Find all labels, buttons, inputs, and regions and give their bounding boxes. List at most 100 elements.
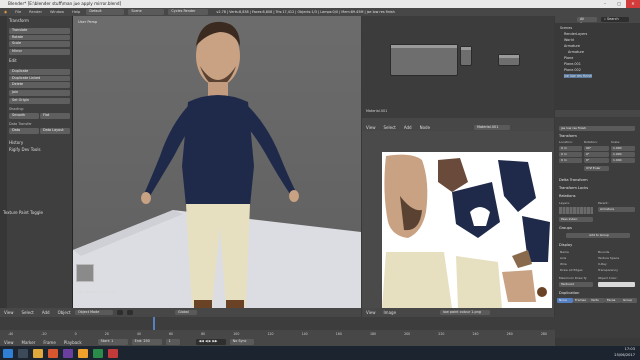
layer-grid[interactable]: [559, 207, 593, 214]
transform-orientation-select[interactable]: Global: [175, 309, 197, 316]
output-node[interactable]: [498, 54, 520, 66]
menu-image[interactable]: Image: [380, 310, 401, 315]
current-frame-field[interactable]: 1: [165, 339, 180, 345]
browser-icon[interactable]: [47, 348, 58, 358]
menu-file[interactable]: File: [11, 10, 25, 14]
outliner-search[interactable]: ⌕ Search: [601, 16, 629, 23]
end-frame-field[interactable]: End: 250: [131, 339, 162, 345]
dup-tab-none[interactable]: None: [557, 298, 573, 303]
pass-index-field[interactable]: Pass Index:: [559, 217, 593, 222]
duplicate-linked-button[interactable]: Duplicate Linked: [9, 75, 70, 81]
outliner-item-armature-child[interactable]: Armature: [568, 50, 584, 54]
start-frame-field[interactable]: Start: 1: [97, 339, 128, 345]
object-color-swatch[interactable]: [598, 282, 635, 287]
translate-button[interactable]: Translate: [9, 28, 70, 34]
location-z[interactable]: 0 m: [559, 158, 582, 163]
display-name-check[interactable]: Name: [560, 250, 569, 254]
menu-playback[interactable]: Playback: [60, 340, 86, 345]
brush-thumbnail[interactable]: [76, 264, 94, 282]
blender-icon[interactable]: ◉: [0, 10, 11, 14]
search-icon[interactable]: [17, 348, 28, 358]
menu-add-left[interactable]: Add: [38, 310, 54, 315]
render-engine-select[interactable]: Cycles Render: [168, 9, 209, 15]
outliner-item-plane[interactable]: Plane: [564, 56, 573, 60]
menu-view-timeline[interactable]: View: [0, 340, 18, 345]
outliner[interactable]: [555, 23, 640, 110]
sync-select[interactable]: No Sync: [229, 339, 254, 345]
transform-locks-title[interactable]: Transform Locks: [559, 186, 588, 190]
mix-node[interactable]: [460, 46, 472, 66]
app-icon[interactable]: [62, 348, 73, 358]
character-model[interactable]: [130, 16, 330, 308]
delta-transform-title[interactable]: Delta Transform: [559, 178, 588, 182]
scale-button[interactable]: Scale: [9, 41, 70, 47]
dup-tab-faces[interactable]: Faces: [605, 298, 621, 303]
scale-x[interactable]: 1.000: [611, 146, 635, 151]
menu-view-image[interactable]: View: [362, 310, 380, 315]
minimize-button[interactable]: –: [598, 0, 612, 8]
menu-view-left[interactable]: View: [0, 310, 18, 315]
object-name-field[interactable]: jse low res finish: [559, 126, 635, 131]
menu-frame[interactable]: Frame: [39, 340, 59, 345]
smooth-button[interactable]: Smooth: [9, 113, 39, 119]
display-draw-all-edges-check[interactable]: Draw All Edges: [560, 268, 583, 272]
pivot-point-icon[interactable]: [127, 309, 133, 316]
taskbar-clock[interactable]: 17:03 25/06/2017: [614, 347, 635, 358]
timeline-ruler[interactable]: -40 -20 0 20 40 60 80 100 120 140 160 18…: [0, 330, 555, 338]
dup-tab-verts[interactable]: Verts: [589, 298, 605, 303]
outliner-item-selected[interactable]: jse low res finish: [564, 74, 593, 78]
display-axis-check[interactable]: Axis: [560, 256, 566, 260]
set-origin-button[interactable]: Set Origin: [9, 98, 70, 104]
outliner-item-plane-002[interactable]: Plane.002: [564, 68, 581, 72]
image-select[interactable]: low paint colour 1.png: [440, 309, 491, 316]
file-explorer-icon[interactable]: [32, 348, 43, 358]
rotate-button[interactable]: Rotate: [9, 34, 70, 40]
outliner-item-scenes[interactable]: Scenes: [560, 26, 572, 30]
rigify-panel-title[interactable]: Rigify Dev Tools: [9, 147, 41, 152]
join-button[interactable]: Join: [9, 90, 70, 96]
display-transparency-check[interactable]: Transparency: [598, 268, 618, 272]
material-select[interactable]: Material.001: [474, 124, 511, 131]
maximize-button[interactable]: ▢: [612, 0, 626, 8]
flat-button[interactable]: Flat: [40, 113, 70, 119]
app-icon-3[interactable]: [107, 348, 118, 358]
outliner-view-select[interactable]: All Scenes: [577, 16, 597, 26]
mirror-button[interactable]: Mirror: [9, 49, 70, 55]
dup-tab-group[interactable]: Group: [621, 298, 637, 303]
menu-select-left[interactable]: Select: [18, 310, 38, 315]
menu-add-node[interactable]: Add: [400, 125, 416, 130]
node-editor[interactable]: [362, 16, 554, 118]
history-panel-title[interactable]: History: [9, 140, 23, 145]
display-texture-space-check[interactable]: Texture Space: [598, 256, 619, 260]
rotation-y[interactable]: 0°: [584, 152, 609, 157]
menu-help[interactable]: Help: [68, 10, 84, 14]
outliner-item-plane-001[interactable]: Plane.001: [564, 62, 581, 66]
outliner-item-world[interactable]: World: [564, 38, 574, 42]
close-button[interactable]: ✕: [626, 0, 640, 8]
display-title[interactable]: Display: [559, 243, 572, 247]
display-bounds-check[interactable]: Bounds: [598, 250, 609, 254]
screen-layout-select[interactable]: Default: [86, 9, 125, 15]
scene-select[interactable]: Scene: [128, 9, 165, 15]
duplication-title[interactable]: Duplication: [559, 291, 579, 295]
menu-window[interactable]: Window: [46, 10, 68, 14]
edit-panel-title[interactable]: Edit: [9, 58, 17, 63]
transform-panel-title[interactable]: Transform: [9, 18, 29, 23]
menu-select-node[interactable]: Select: [380, 125, 400, 130]
texture-paint-toggle-title[interactable]: Texture Paint Toggle: [3, 210, 43, 215]
groups-title[interactable]: Groups: [559, 226, 572, 230]
object-mode-select[interactable]: Object Mode: [75, 309, 113, 316]
menu-render[interactable]: Render: [25, 10, 46, 14]
menu-node[interactable]: Node: [416, 125, 434, 130]
shading-mode-icon[interactable]: [117, 309, 123, 316]
scale-y[interactable]: 1.000: [611, 152, 635, 157]
relations-title[interactable]: Relations: [559, 194, 576, 198]
parent-field[interactable]: Armature: [598, 207, 635, 212]
scale-z[interactable]: 1.000: [611, 158, 635, 163]
rotation-mode-select[interactable]: XYZ Euler: [584, 166, 609, 171]
uv-texture-image[interactable]: [382, 152, 552, 308]
menu-marker[interactable]: Marker: [18, 340, 40, 345]
maximum-draw-select[interactable]: Textured: [559, 282, 593, 287]
display-wire-check[interactable]: Wire: [560, 262, 567, 266]
menu-object-left[interactable]: Object: [54, 310, 75, 315]
